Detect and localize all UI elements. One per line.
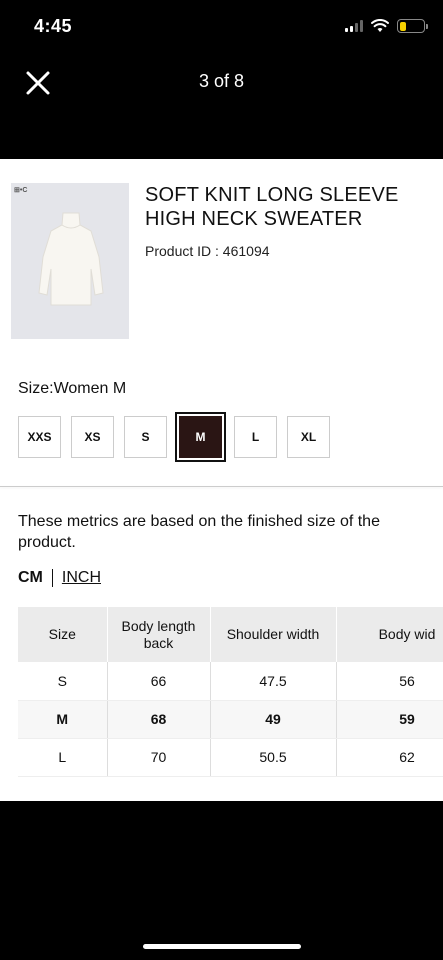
unit-inch-link[interactable]: INCH <box>62 569 101 587</box>
cellular-signal-icon <box>345 20 363 32</box>
table-header-row: Size Body length back Shoulder width Bod… <box>18 607 443 662</box>
unit-toggle: CM INCH <box>18 569 101 587</box>
cell-size: S <box>18 662 108 701</box>
battery-icon <box>397 19 428 33</box>
table-row: L 70 50.5 62 <box>18 738 443 777</box>
wifi-icon <box>371 19 389 32</box>
size-option-m[interactable]: M <box>175 412 226 462</box>
unit-cm-tab[interactable]: CM <box>18 569 43 587</box>
size-options: XXS XS S M L XL <box>18 412 330 462</box>
cell-shoulder-width: 50.5 <box>210 738 337 777</box>
status-time: 4:45 <box>34 16 73 36</box>
sweater-image <box>38 212 104 306</box>
cell-shoulder-width: 47.5 <box>210 662 337 701</box>
cell-body-width: 62 <box>336 738 443 777</box>
metrics-note: These metrics are based on the finished … <box>18 513 380 551</box>
product-title: SOFT KNIT LONG SLEEVE HIGH NECK SWEATER <box>145 184 399 230</box>
status-icons <box>345 19 428 33</box>
header-body-width: Body wid <box>336 607 443 662</box>
cell-shoulder-width: 49 <box>210 700 337 739</box>
header-shoulder-width: Shoulder width <box>210 607 337 662</box>
section-divider <box>0 486 443 487</box>
header-body-length: Body length back <box>107 607 211 662</box>
unit-separator <box>51 569 53 587</box>
cell-body-width: 59 <box>336 700 443 739</box>
page-counter: 3 of 8 <box>198 71 245 91</box>
cell-body-length: 70 <box>107 738 211 777</box>
product-thumbnail: ⊞•C <box>11 183 129 339</box>
cell-body-length: 68 <box>107 700 211 739</box>
size-option-xxs[interactable]: XXS <box>18 416 61 458</box>
table-row: S 66 47.5 56 <box>18 662 443 701</box>
size-option-l[interactable]: L <box>234 416 277 458</box>
selected-size-label: Size:Women M <box>18 380 127 397</box>
cell-size: L <box>18 738 108 777</box>
header-size: Size <box>18 607 108 662</box>
cell-body-length: 66 <box>107 662 211 701</box>
nav-bar: 3 of 8 <box>0 55 443 159</box>
home-indicator[interactable] <box>143 944 301 949</box>
size-chart-sheet: ⊞•C SOFT KNIT LONG SLEEVE HIGH NECK SWEA… <box>0 159 443 801</box>
size-option-xl[interactable]: XL <box>287 416 330 458</box>
size-option-s[interactable]: S <box>124 416 167 458</box>
cell-body-width: 56 <box>336 662 443 701</box>
table-row-highlighted: M 68 49 59 <box>18 700 443 739</box>
size-table-scroll[interactable]: Size Body length back Shoulder width Bod… <box>18 607 443 778</box>
status-bar: 4:45 <box>0 0 443 55</box>
cell-size: M <box>18 700 108 739</box>
product-id: Product ID : 461094 <box>145 243 270 259</box>
brand-mark: ⊞•C <box>14 187 28 194</box>
size-table: Size Body length back Shoulder width Bod… <box>18 607 443 777</box>
size-option-xs[interactable]: XS <box>71 416 114 458</box>
